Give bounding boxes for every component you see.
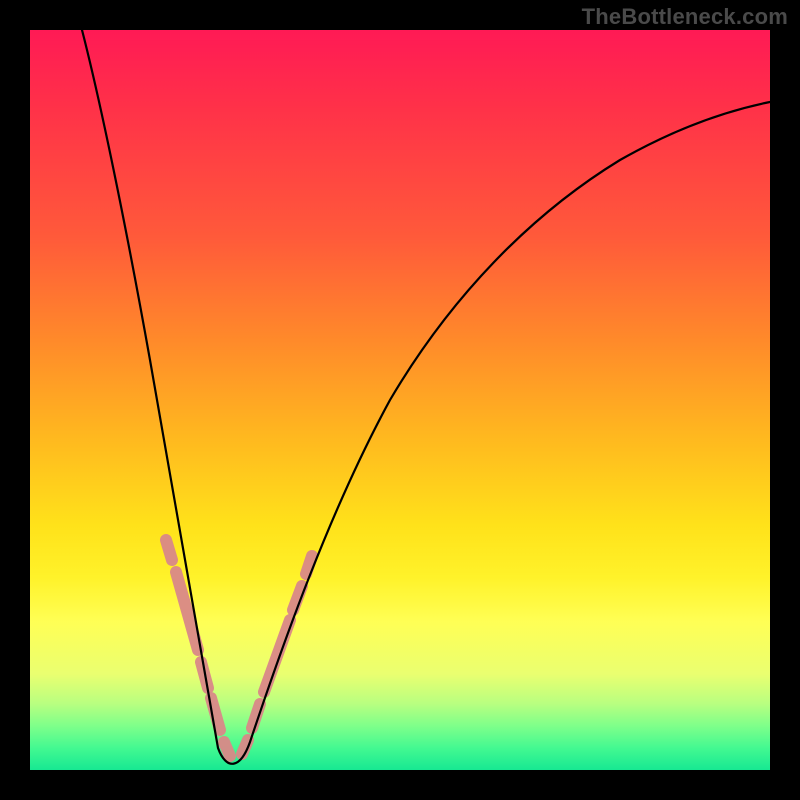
highlight-seg-1 — [166, 540, 172, 560]
highlight-seg-5 — [224, 742, 230, 756]
plot-area — [30, 30, 770, 770]
chart-frame: TheBottleneck.com — [0, 0, 800, 800]
watermark-text: TheBottleneck.com — [582, 4, 788, 30]
curves-svg — [30, 30, 770, 770]
bottleneck-curve — [82, 30, 770, 764]
highlight-seg-8 — [264, 620, 290, 692]
